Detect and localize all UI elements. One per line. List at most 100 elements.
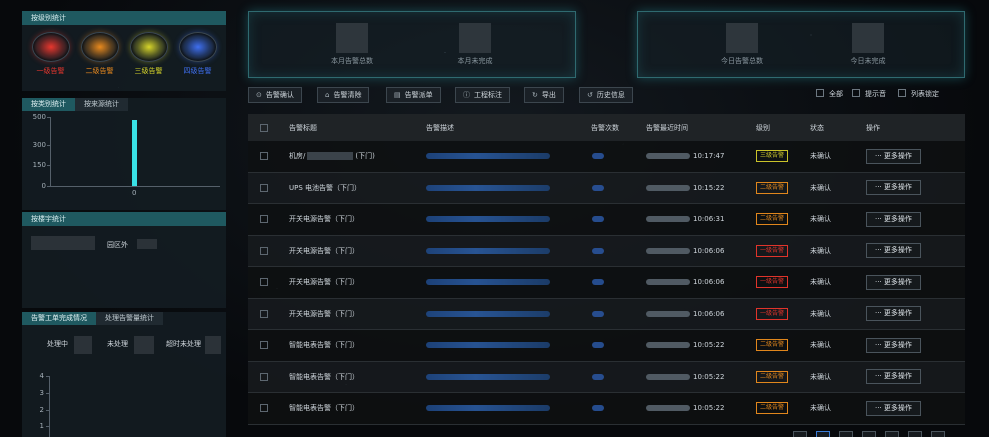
row-checkbox-box[interactable] [260, 278, 268, 287]
table-row[interactable]: 智能电表告警（下门） 10:05:22 二级告警 未确认 ··· 更多操作 [248, 361, 965, 393]
more-actions-button[interactable]: ··· 更多操作 [866, 243, 921, 259]
row-time-value: 10:06:31 [693, 215, 725, 224]
col-title: 告警标题 [289, 123, 317, 132]
all-checkbox-box[interactable] [816, 89, 824, 97]
row-level: 一级告警 [756, 236, 789, 267]
row-checkbox[interactable] [260, 330, 268, 361]
row-status: 未确认 [810, 215, 831, 224]
tab-handled-volume[interactable]: 处理告警量统计 [96, 312, 163, 325]
more-actions-button[interactable]: ··· 更多操作 [866, 180, 921, 196]
table-row[interactable]: 开关电源告警（下门） 10:06:06 一级告警 未确认 ··· 更多操作 [248, 267, 965, 299]
level-item[interactable]: 四级告警 [176, 32, 220, 76]
y-tick-mark [47, 144, 50, 146]
row-status: 未确认 [810, 404, 831, 413]
y-tick-label: 150 [32, 161, 46, 170]
row-checkbox[interactable] [260, 204, 268, 235]
row-checkbox[interactable] [260, 393, 268, 424]
pager-page-4[interactable] [885, 431, 899, 437]
category-bar[interactable] [132, 119, 137, 186]
row-checkbox-box[interactable] [260, 404, 268, 413]
more-actions-button[interactable]: ··· 更多操作 [866, 369, 921, 385]
level-label: 一级告警 [36, 67, 65, 75]
table-row[interactable]: 开关电源告警（下门） 10:06:06 一级告警 未确认 ··· 更多操作 [248, 235, 965, 267]
table-row[interactable]: 开关电源告警（下门） 10:06:06 一级告警 未确认 ··· 更多操作 [248, 298, 965, 330]
more-actions-button[interactable]: ··· 更多操作 [866, 306, 921, 322]
pager-page-1[interactable] [816, 431, 830, 437]
row-title: 开关电源告警（下门） [289, 309, 359, 318]
row-checkbox[interactable] [260, 173, 268, 204]
row-count-redacted [592, 310, 604, 317]
row-action-cell: ··· 更多操作 [866, 204, 921, 235]
row-checkbox-box[interactable] [260, 183, 268, 192]
status-unprocessed-value [134, 336, 154, 354]
pager-page-2[interactable] [839, 431, 853, 437]
lock-list-checkbox-box[interactable] [898, 89, 906, 97]
pager-page-5[interactable] [908, 431, 922, 437]
row-checkbox[interactable] [260, 141, 268, 172]
pager-prev[interactable] [793, 431, 807, 437]
history-button[interactable]: ↺ 历史信息 [579, 87, 633, 103]
row-action-cell: ··· 更多操作 [866, 141, 921, 172]
row-description [426, 267, 550, 298]
level-item[interactable]: 一级告警 [29, 32, 73, 76]
more-actions-button[interactable]: ··· 更多操作 [866, 400, 921, 416]
tab-workorder-completion[interactable]: 告警工单完成情况 [22, 312, 96, 325]
row-count-redacted [592, 342, 604, 349]
tab-by-category[interactable]: 按类别统计 [22, 98, 75, 111]
clear-alarm-label: 告警清除 [333, 91, 362, 99]
pager-next[interactable] [931, 431, 945, 437]
more-actions-button[interactable]: ··· 更多操作 [866, 274, 921, 290]
select-all-checkbox[interactable] [260, 114, 268, 141]
row-checkbox-box[interactable] [260, 246, 268, 255]
row-time: 10:15:22 [646, 173, 724, 204]
row-title: 智能电表告警（下门） [289, 341, 359, 350]
row-checkbox-box[interactable] [260, 372, 268, 381]
confirm-alarm-button[interactable]: ⊙ 告警确认 [248, 87, 302, 103]
more-actions-button[interactable]: ··· 更多操作 [866, 211, 921, 227]
month-total-stat: 本月告警总数 [322, 23, 382, 66]
dispatch-alarm-button[interactable]: ▤ 告警派单 [386, 87, 441, 103]
row-description [426, 393, 550, 424]
more-actions-button[interactable]: ··· 更多操作 [866, 337, 921, 353]
export-button[interactable]: ↻ 导出 [524, 87, 564, 103]
level-item[interactable]: 三级告警 [127, 32, 171, 76]
building-name-redacted [31, 236, 95, 250]
row-checkbox[interactable] [260, 267, 268, 298]
table-row[interactable]: 智能电表告警（下门） 10:05:22 二级告警 未确认 ··· 更多操作 [248, 330, 965, 362]
sound-checkbox-box[interactable] [852, 89, 860, 97]
row-title-cell: 智能电表告警（下门） [289, 362, 359, 393]
engineering-mark-button[interactable]: ⓘ 工程标注 [455, 87, 510, 103]
row-checkbox[interactable] [260, 299, 268, 330]
lock-list-checkbox[interactable]: 列表锁定 [898, 89, 939, 99]
row-checkbox-box[interactable] [260, 215, 268, 224]
x-axis [50, 186, 220, 187]
table-row[interactable]: 开关电源告警（下门） 10:06:31 二级告警 未确认 ··· 更多操作 [248, 204, 965, 236]
month-unfinished-stat: 本月未完成 [445, 23, 505, 66]
row-level: 一级告警 [756, 267, 789, 298]
all-checkbox[interactable]: 全部 [816, 89, 843, 99]
row-description [426, 299, 550, 330]
row-checkbox[interactable] [260, 362, 268, 393]
row-time: 10:05:22 [646, 330, 724, 361]
level-item[interactable]: 二级告警 [78, 32, 122, 76]
row-level: 二级告警 [756, 393, 789, 424]
more-actions-button[interactable]: ··· 更多操作 [866, 148, 921, 164]
wo-y-tick-label: 3 [39, 388, 44, 397]
row-checkbox-box[interactable] [260, 309, 268, 318]
row-count-redacted [592, 373, 604, 380]
row-checkbox[interactable] [260, 236, 268, 267]
row-checkbox-box[interactable] [260, 152, 268, 161]
row-checkbox-box[interactable] [260, 341, 268, 350]
pager-page-3[interactable] [862, 431, 876, 437]
category-bar-chart: 500 300 150 0 0 [22, 111, 226, 197]
table-row[interactable]: UPS 电池告警（下门） 10:15:22 二级告警 未确认 ··· 更多操作 [248, 172, 965, 204]
sound-checkbox[interactable]: 提示音 [852, 89, 886, 99]
tab-by-source[interactable]: 按来源统计 [75, 98, 128, 111]
clear-alarm-button[interactable]: ⌂ 告警清除 [317, 87, 370, 103]
table-row[interactable]: 机房/ (下门) 10:17:47 三级告警 未确认 ··· 更多操作 [248, 141, 965, 173]
row-count [592, 141, 604, 172]
table-row[interactable]: 智能电表告警（下门） 10:05:22 二级告警 未确认 ··· 更多操作 [248, 393, 965, 425]
y-tick-mark [47, 117, 50, 118]
level-badge: 一级告警 [756, 307, 789, 320]
select-all-box[interactable] [260, 123, 268, 132]
